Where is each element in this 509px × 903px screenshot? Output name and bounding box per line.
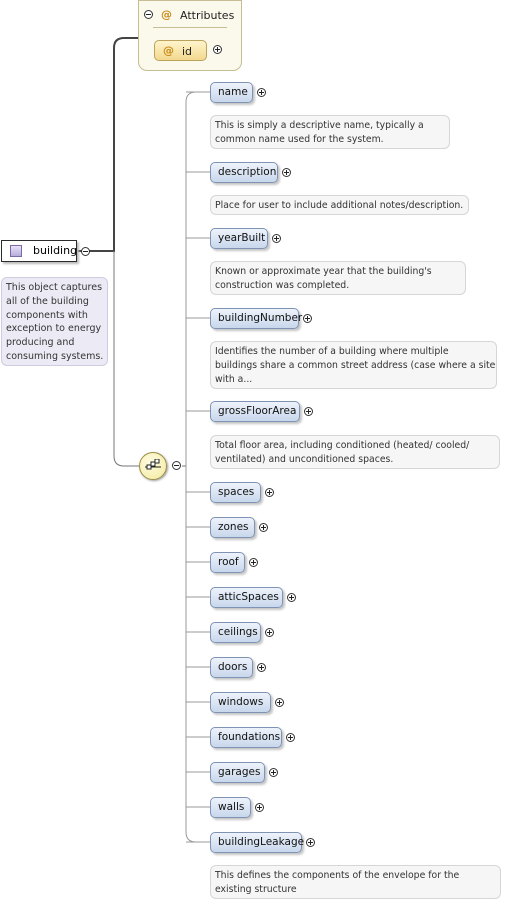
element-zones[interactable]: zones: [210, 517, 255, 538]
sequence-icon[interactable]: [139, 452, 167, 480]
doc-line: ventilated) and unconditioned spaces.: [215, 454, 394, 465]
expand-attribute-icon[interactable]: [213, 45, 222, 54]
doc-line: Known or approximate year that the build…: [215, 266, 432, 277]
sequence-glyph-icon: [145, 459, 161, 470]
root-documentation: This object captures all of the building…: [1, 277, 108, 366]
element-description[interactable]: description: [210, 162, 278, 183]
expand-icon[interactable]: [306, 838, 315, 847]
doc-line: This is simply a descriptive name, typic…: [215, 120, 424, 131]
expand-icon[interactable]: [303, 314, 312, 323]
expand-icon[interactable]: [272, 234, 281, 243]
expand-icon[interactable]: [287, 593, 296, 602]
attribute-icon: @: [163, 44, 174, 57]
element-documentation: Known or approximate year that the build…: [210, 261, 466, 295]
doc-line: producing and: [6, 337, 75, 349]
root-element-building[interactable]: building: [1, 240, 77, 262]
divider: [153, 27, 227, 28]
expand-icon[interactable]: [257, 663, 266, 672]
element-documentation: Total floor area, including conditioned …: [210, 435, 500, 469]
element-gross-floor-area[interactable]: grossFloorArea: [210, 401, 300, 422]
collapse-attributes-icon[interactable]: [144, 10, 153, 19]
doc-line: exception to energy: [6, 323, 102, 335]
element-windows[interactable]: windows: [210, 692, 271, 713]
element-building-number[interactable]: buildingNumber: [210, 308, 302, 329]
doc-line: This defines the components of the envel…: [215, 870, 460, 881]
element-documentation: This is simply a descriptive name, typic…: [210, 115, 450, 149]
doc-line: with a...: [215, 374, 253, 385]
element-documentation: This defines the components of the envel…: [210, 865, 501, 899]
element-doors[interactable]: doors: [210, 657, 253, 678]
doc-line: construction was completed.: [215, 280, 350, 291]
doc-line: existing structure: [215, 884, 297, 895]
expand-icon[interactable]: [304, 407, 313, 416]
expand-icon[interactable]: [269, 768, 278, 777]
attribute-icon: @: [161, 8, 172, 21]
collapse-root-icon[interactable]: [81, 247, 90, 256]
expand-icon[interactable]: [265, 628, 274, 637]
element-ceilings[interactable]: ceilings: [210, 622, 261, 643]
element-documentation: Identifies the number of a building wher…: [210, 341, 497, 389]
element-roof[interactable]: roof: [210, 552, 245, 573]
expand-icon[interactable]: [282, 168, 291, 177]
element-documentation: Place for user to include additional not…: [210, 195, 469, 215]
doc-line: Place for user to include additional not…: [215, 200, 464, 211]
element-building-leakage[interactable]: buildingLeakage: [210, 832, 304, 853]
expand-icon[interactable]: [265, 488, 274, 497]
doc-line: all of the building: [6, 295, 89, 307]
expand-icon[interactable]: [275, 698, 284, 707]
attributes-title: Attributes: [180, 9, 235, 22]
element-attic-spaces[interactable]: atticSpaces: [210, 587, 283, 608]
element-name[interactable]: name: [210, 82, 253, 103]
expand-icon[interactable]: [255, 803, 264, 812]
expand-icon[interactable]: [249, 558, 258, 567]
expand-icon[interactable]: [259, 523, 268, 532]
collapse-sequence-icon[interactable]: [172, 461, 181, 470]
attributes-group: @ Attributes @ id: [138, 0, 242, 71]
doc-line: components with: [6, 309, 88, 321]
doc-line: Identifies the number of a building wher…: [215, 346, 449, 357]
attribute-id-label: id: [182, 45, 193, 58]
doc-line: This object captures: [6, 282, 103, 293]
root-element-label: building: [33, 244, 78, 257]
doc-line: Total floor area, including conditioned …: [215, 440, 470, 451]
element-garages[interactable]: garages: [210, 762, 265, 783]
element-walls[interactable]: walls: [210, 797, 251, 818]
expand-icon[interactable]: [257, 88, 266, 97]
element-spaces[interactable]: spaces: [210, 482, 261, 503]
doc-line: consuming systems.: [6, 350, 104, 362]
doc-line: common name used for the system.: [215, 134, 384, 145]
element-year-built[interactable]: yearBuilt: [210, 228, 268, 249]
element-foundations[interactable]: foundations: [210, 727, 282, 748]
expand-icon[interactable]: [286, 733, 295, 742]
attribute-id[interactable]: @ id: [154, 40, 207, 61]
element-icon: [10, 245, 22, 257]
doc-line: buildings share a common street address …: [215, 360, 496, 371]
